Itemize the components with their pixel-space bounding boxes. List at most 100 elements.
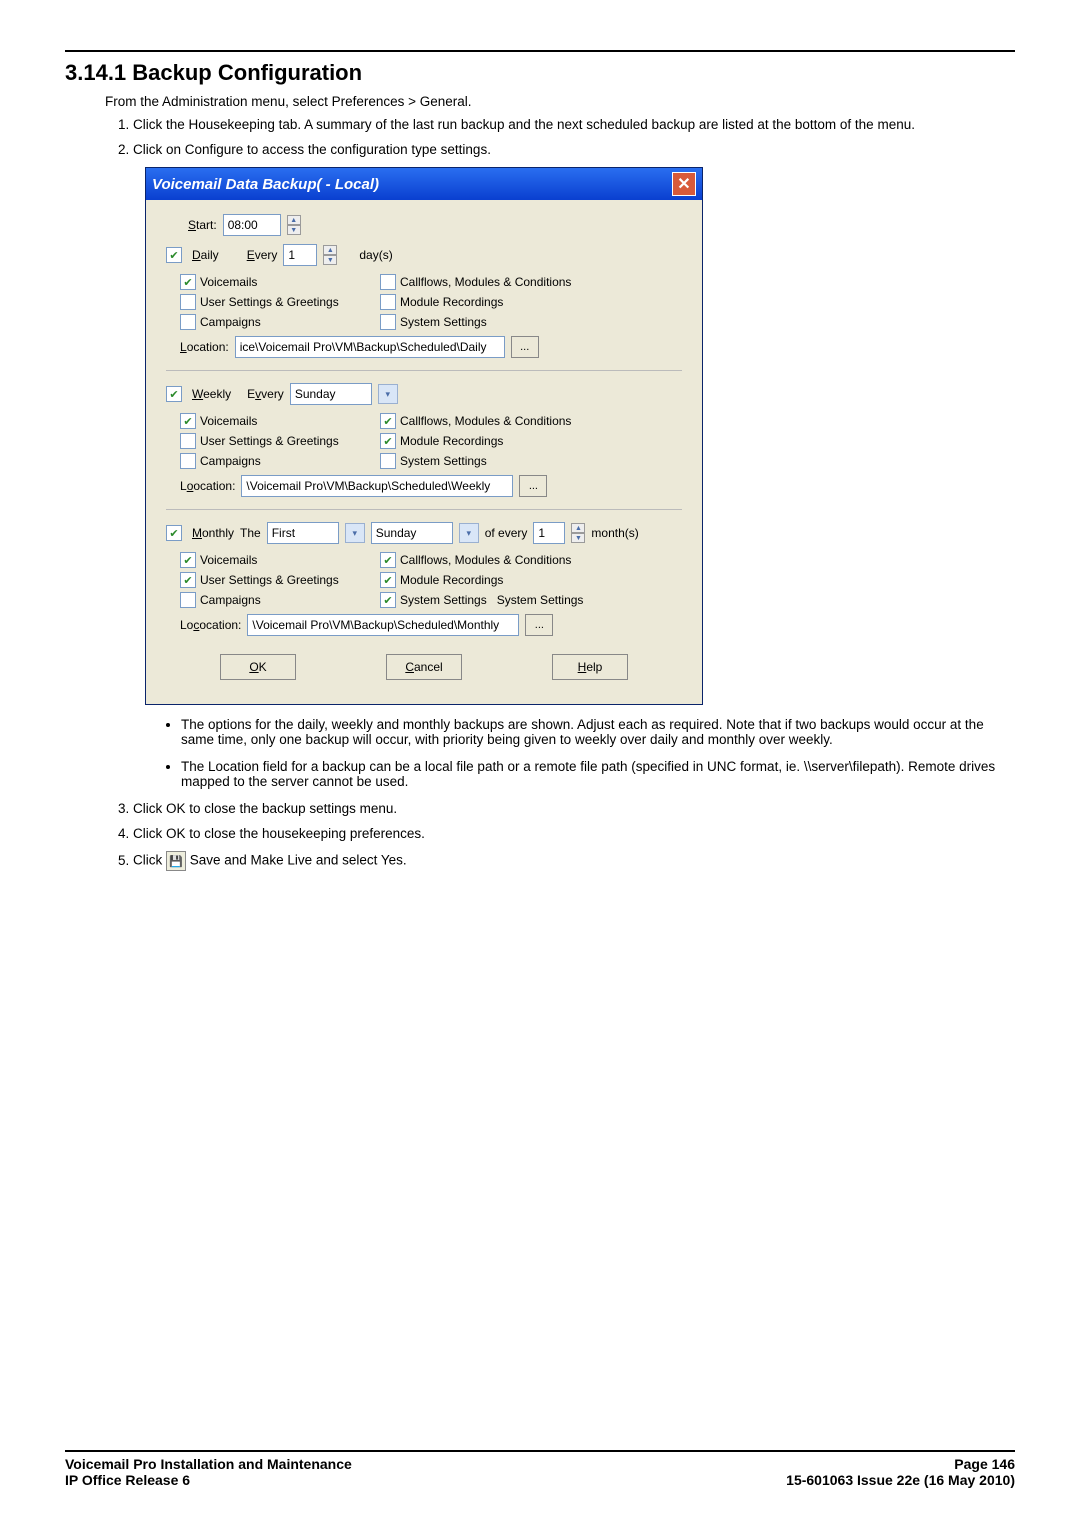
- monthly-count-input[interactable]: 1: [533, 522, 565, 544]
- weekly-systemsettings-checkbox[interactable]: [380, 453, 396, 469]
- daily-location-label: Location:: [180, 340, 229, 354]
- daily-campaigns-checkbox[interactable]: [180, 314, 196, 330]
- weekly-usersettings-label: User Settings & Greetings: [200, 434, 339, 448]
- weekly-callflows-label: Callflows, Modules & Conditions: [400, 414, 571, 428]
- step-5: Click 💾 Save and Make Live and select Ye…: [133, 851, 1015, 871]
- monthly-ord-combo[interactable]: First: [267, 522, 339, 544]
- monthly-voicemails-checkbox[interactable]: ✔: [180, 552, 196, 568]
- ok-button[interactable]: OK: [220, 654, 296, 680]
- footer-left-2: IP Office Release 6: [65, 1472, 190, 1488]
- monthly-count-spinner[interactable]: ▲▼: [571, 523, 585, 543]
- daily-usersettings-label: User Settings & Greetings: [200, 295, 339, 309]
- daily-callflows-label: Callflows, Modules & Conditions: [400, 275, 571, 289]
- daily-every-spinner[interactable]: ▲▼: [323, 245, 337, 265]
- save-make-live-icon: 💾: [166, 851, 186, 871]
- weekly-modulerec-checkbox[interactable]: ✔: [380, 433, 396, 449]
- monthly-campaigns-label: Campaigns: [200, 593, 261, 607]
- weekly-callflows-checkbox[interactable]: ✔: [380, 413, 396, 429]
- step-2: Click on Configure to access the configu…: [133, 142, 1015, 157]
- footer-left-1: Voicemail Pro Installation and Maintenan…: [65, 1456, 352, 1472]
- daily-every-label: Every: [247, 248, 278, 262]
- monthly-ofevery-label: of every: [485, 526, 528, 540]
- daily-systemsettings-checkbox[interactable]: [380, 314, 396, 330]
- daily-every-value[interactable]: 1: [283, 244, 317, 266]
- weekly-voicemails-checkbox[interactable]: ✔: [180, 413, 196, 429]
- daily-modulerec-label: Module Recordings: [400, 295, 503, 309]
- monthly-modulerec-checkbox[interactable]: ✔: [380, 572, 396, 588]
- note-1: The options for the daily, weekly and mo…: [181, 717, 1015, 747]
- section-heading: 3.14.1 Backup Configuration: [65, 60, 1015, 86]
- step-1: Click the Housekeeping tab. A summary of…: [133, 117, 1015, 132]
- close-icon[interactable]: ✕: [672, 172, 696, 196]
- monthly-day-dropdown-icon[interactable]: ▾: [459, 523, 479, 543]
- monthly-campaigns-checkbox[interactable]: [180, 592, 196, 608]
- daily-usersettings-checkbox[interactable]: [180, 294, 196, 310]
- footer-right-2: 15-601063 Issue 22e (16 May 2010): [786, 1472, 1015, 1488]
- monthly-usersettings-checkbox[interactable]: ✔: [180, 572, 196, 588]
- daily-location-input[interactable]: ice\Voicemail Pro\VM\Backup\Scheduled\Da…: [235, 336, 505, 358]
- monthly-usersettings-label: User Settings & Greetings: [200, 573, 339, 587]
- monthly-location-input[interactable]: \Voicemail Pro\VM\Backup\Scheduled\Month…: [247, 614, 519, 636]
- start-time-input[interactable]: 08:00: [223, 214, 281, 236]
- weekly-campaigns-checkbox[interactable]: [180, 453, 196, 469]
- monthly-the-label: The: [240, 526, 261, 540]
- steps-list: Click the Housekeeping tab. A summary of…: [105, 117, 1015, 157]
- weekly-location-label: Loocation:: [180, 479, 235, 493]
- weekly-every-label: Evvery: [247, 387, 284, 401]
- weekly-location-row: Loocation: \Voicemail Pro\VM\Backup\Sche…: [180, 475, 682, 497]
- monthly-checkbox[interactable]: ✔: [166, 525, 182, 541]
- monthly-ord-dropdown-icon[interactable]: ▾: [345, 523, 365, 543]
- monthly-callflows-checkbox[interactable]: ✔: [380, 552, 396, 568]
- step-3: Click OK to close the backup settings me…: [133, 801, 1015, 816]
- notes-list: The options for the daily, weekly and mo…: [153, 717, 1015, 789]
- weekly-header-row: ✔ Weekly Evvery Sunday ▾: [166, 383, 682, 405]
- monthly-browse-button[interactable]: ...: [525, 614, 553, 636]
- monthly-location-label: Lococation:: [180, 618, 241, 632]
- weekly-day-dropdown-icon[interactable]: ▾: [378, 384, 398, 404]
- daily-days-label: day(s): [359, 248, 392, 262]
- weekly-checkbox[interactable]: ✔: [166, 386, 182, 402]
- dialog-titlebar: Voicemail Data Backup( - Local) ✕: [146, 168, 702, 200]
- daily-browse-button[interactable]: ...: [511, 336, 539, 358]
- monthly-label: Monthly: [192, 526, 234, 540]
- start-label: Start:: [188, 218, 217, 232]
- monthly-header-row: ✔ Monthly The First ▾ Sunday ▾ of every …: [166, 522, 682, 544]
- start-spinner[interactable]: ▲▼: [287, 215, 301, 235]
- note-2: The Location field for a backup can be a…: [181, 759, 1015, 789]
- page-footer: Voicemail Pro Installation and Maintenan…: [65, 1450, 1015, 1488]
- daily-checkbox[interactable]: ✔: [166, 247, 182, 263]
- daily-campaigns-label: Campaigns: [200, 315, 261, 329]
- backup-dialog: Voicemail Data Backup( - Local) ✕ Start:…: [145, 167, 703, 705]
- start-row: Start: 08:00 ▲▼: [188, 214, 682, 236]
- help-button[interactable]: Help: [552, 654, 628, 680]
- intro-text: From the Administration menu, select Pre…: [105, 94, 1015, 109]
- daily-voicemails-checkbox[interactable]: ✔: [180, 274, 196, 290]
- monthly-systemsettings-extra: System Settings: [497, 593, 584, 607]
- monthly-systemsettings-checkbox[interactable]: ✔: [380, 592, 396, 608]
- top-rule: [65, 50, 1015, 52]
- step-4: Click OK to close the housekeeping prefe…: [133, 826, 1015, 841]
- weekly-voicemails-label: Voicemails: [200, 414, 257, 428]
- daily-callflows-checkbox[interactable]: [380, 274, 396, 290]
- monthly-location-row: Lococation: \Voicemail Pro\VM\Backup\Sch…: [180, 614, 682, 636]
- dialog-title: Voicemail Data Backup( - Local): [152, 176, 379, 193]
- daily-systemsettings-label: System Settings: [400, 315, 487, 329]
- footer-right-1: Page 146: [954, 1456, 1015, 1472]
- steps-list-cont: Click OK to close the backup settings me…: [105, 801, 1015, 871]
- weekly-label: Weekly: [192, 387, 231, 401]
- monthly-options: ✔ Voicemails ✔ Callflows, Modules & Condit…: [180, 552, 682, 608]
- monthly-modulerec-label: Module Recordings: [400, 573, 503, 587]
- weekly-day-combo[interactable]: Sunday: [290, 383, 372, 405]
- monthly-callflows-label: Callflows, Modules & Conditions: [400, 553, 571, 567]
- monthly-voicemails-label: Voicemails: [200, 553, 257, 567]
- cancel-button[interactable]: Cancel: [386, 654, 462, 680]
- daily-options: ✔ Voicemails Callflows, Modules & Conditi…: [180, 274, 682, 330]
- weekly-browse-button[interactable]: ...: [519, 475, 547, 497]
- daily-modulerec-checkbox[interactable]: [380, 294, 396, 310]
- monthly-day-combo[interactable]: Sunday: [371, 522, 453, 544]
- weekly-usersettings-checkbox[interactable]: [180, 433, 196, 449]
- dialog-button-bar: OK Cancel Help: [166, 644, 682, 694]
- daily-voicemails-label: Voicemails: [200, 275, 257, 289]
- weekly-location-input[interactable]: \Voicemail Pro\VM\Backup\Scheduled\Weekl…: [241, 475, 513, 497]
- weekly-systemsettings-label: System Settings: [400, 454, 487, 468]
